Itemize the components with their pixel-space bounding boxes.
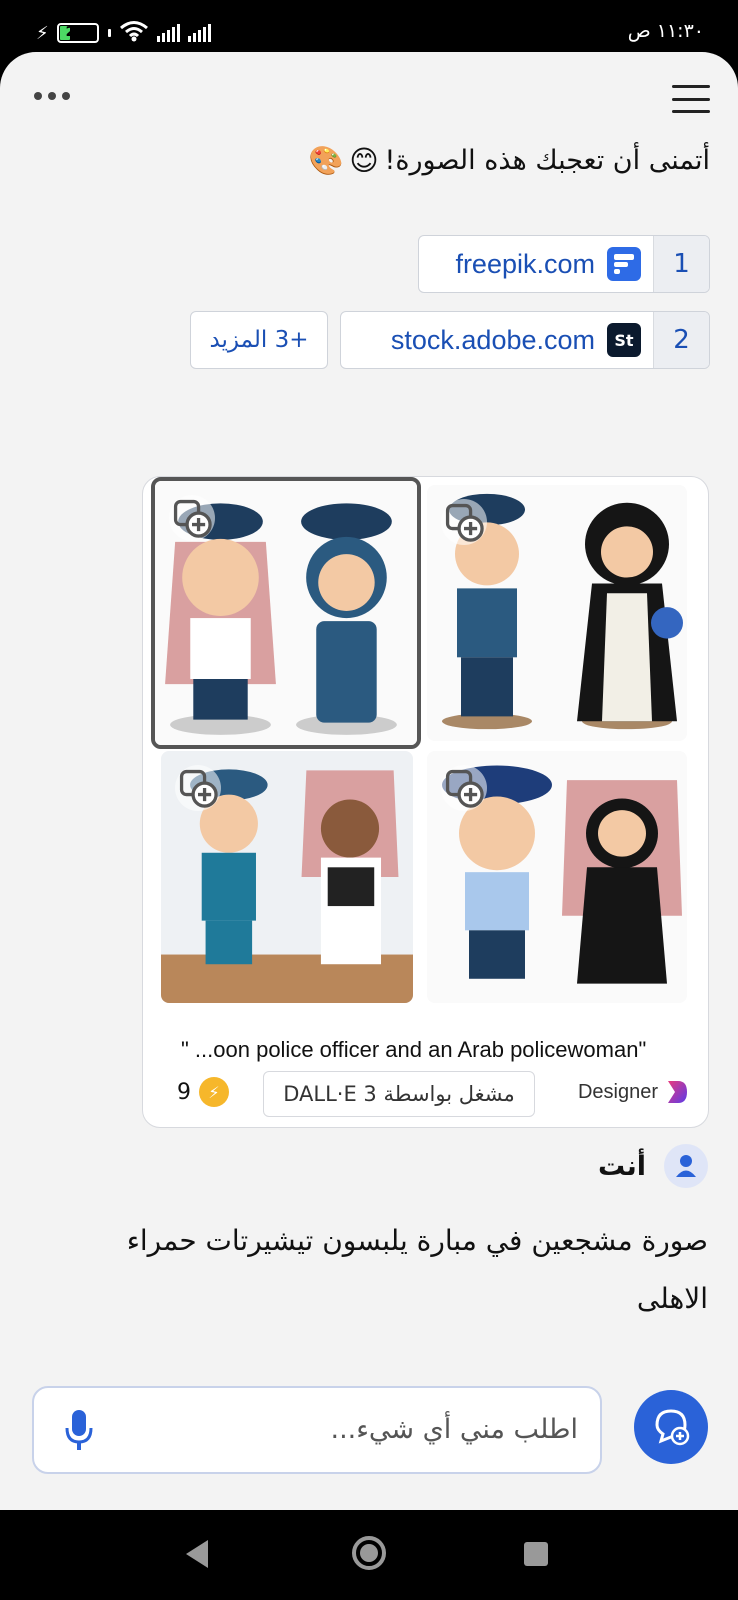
smile-emoji: 😊 <box>349 144 379 177</box>
image-armed-officers[interactable] <box>161 751 413 1003</box>
boost-credits[interactable]: 9 ⚡ <box>177 1077 229 1107</box>
home-icon[interactable] <box>352 1536 386 1570</box>
battery-level: 29 <box>65 25 84 40</box>
adobe-stock-icon: St <box>607 323 641 357</box>
signal-icon-2 <box>187 24 211 42</box>
input-placeholder: اطلب مني أي شيء... <box>330 1414 578 1445</box>
edit-image-icon[interactable] <box>441 499 487 545</box>
lightning-coin-icon: ⚡ <box>199 1077 229 1107</box>
assistant-message: أتمنى أن تعجبك هذه الصورة! 😊 🎨 <box>308 144 710 177</box>
signal-icon-1 <box>156 24 180 42</box>
freepik-icon <box>607 247 641 281</box>
user-header: أنت <box>598 1144 708 1188</box>
designer-label: Designer <box>577 1080 658 1103</box>
battery-icon: 29 <box>56 23 99 43</box>
citation-number: 1 <box>653 236 709 292</box>
edit-image-icon[interactable] <box>169 495 215 541</box>
edit-image-icon[interactable] <box>441 765 487 811</box>
system-nav-bar <box>0 1510 738 1600</box>
image-prompt-caption: " ...oon police officer and an Arab poli… <box>181 1037 647 1062</box>
status-bar: ⚡ 29 ١١:٣٠ ص <box>0 0 738 52</box>
message-input[interactable]: اطلب مني أي شيء... <box>32 1386 602 1474</box>
citation-number: 2 <box>653 312 709 368</box>
back-icon[interactable] <box>186 1540 208 1568</box>
hamburger-menu-button[interactable] <box>672 85 710 113</box>
more-citations-button[interactable]: +3 المزيد <box>190 311 328 369</box>
designer-logo-icon <box>668 1081 687 1103</box>
microphone-icon[interactable] <box>64 1408 94 1454</box>
user-message: صورة مشجعين في مبارة يلبسون تيشيرتات حمر… <box>126 1224 708 1315</box>
citation-domain: stock.adobe.com <box>390 324 595 355</box>
clock: ١١:٣٠ ص <box>627 20 704 42</box>
citation-2[interactable]: 2 St stock.adobe.com <box>340 311 710 369</box>
status-icons: ⚡ 29 <box>36 20 211 46</box>
powered-by-badge: مشغل بواسطة DALL·E 3 <box>263 1071 535 1117</box>
chat-app: أتمنى أن تعجبك هذه الصورة! 😊 🎨 1 freepik… <box>0 52 738 1510</box>
new-chat-button[interactable] <box>634 1390 708 1464</box>
charging-icon: ⚡ <box>36 22 49 44</box>
new-chat-icon <box>655 1409 690 1446</box>
designer-link[interactable]: Designer <box>578 1079 688 1105</box>
image-card: " ...oon police officer and an Arab poli… <box>142 476 709 1128</box>
citation-1[interactable]: 1 freepik.com <box>418 235 710 293</box>
palette-emoji: 🎨 <box>308 144 344 177</box>
user-name: أنت <box>598 1150 646 1182</box>
card-footer: 9 ⚡ مشغل بواسطة DALL·E 3 Designer <box>143 1071 708 1117</box>
citation-domain: freepik.com <box>455 248 595 279</box>
more-options-button[interactable] <box>34 92 70 100</box>
wifi-icon <box>119 20 149 46</box>
battery-cap <box>107 29 111 37</box>
user-avatar-icon <box>664 1144 708 1188</box>
recents-icon[interactable] <box>524 1542 548 1566</box>
image-police-officer-abaya-woman[interactable] <box>427 485 687 741</box>
edit-image-icon[interactable] <box>175 765 221 811</box>
credits-count: 9 <box>177 1079 191 1105</box>
image-police-gulf-officers[interactable] <box>151 477 421 749</box>
assistant-message-text: أتمنى أن تعجبك هذه الصورة! <box>384 145 710 176</box>
image-officer-and-niqab-woman[interactable] <box>427 751 687 1003</box>
